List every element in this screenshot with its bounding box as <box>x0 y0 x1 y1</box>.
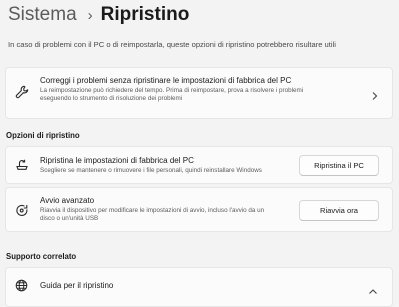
breadcrumb-sistema-link[interactable]: Sistema <box>8 4 77 26</box>
troubleshoot-description-line1: La reimpostazione può richiedere del tem… <box>40 87 304 94</box>
wrench-icon <box>15 85 29 104</box>
intro-text: In caso di problemi con il PC o di reimp… <box>8 40 336 49</box>
advanced-startup-description-line1: Riavvia il dispositivo per modificare le… <box>40 207 265 214</box>
restart-now-button[interactable]: Riavvia ora <box>299 200 379 221</box>
globe-icon <box>15 279 28 297</box>
reset-pc-icon <box>15 158 29 177</box>
breadcrumb-separator: › <box>87 6 93 24</box>
breadcrumb: Sistema › Ripristino <box>8 4 189 26</box>
reset-pc-description: Scegliere se mantenere o rimuovere i fil… <box>40 167 262 174</box>
advanced-startup-title: Avvio avanzato <box>40 196 95 205</box>
recovery-help-title: Guida per il ripristino <box>40 281 114 290</box>
recovery-help-item[interactable]: Guida per il ripristino <box>5 267 393 307</box>
reset-pc-title: Ripristina le impostazioni di fabbrica d… <box>40 156 194 165</box>
advanced-startup-description-line2: disco o un'unità USB <box>40 215 99 222</box>
related-support-heading: Supporto correlato <box>6 252 77 261</box>
advanced-startup-card: Avvio avanzato Riavvia il dispositivo pe… <box>5 187 393 232</box>
reset-pc-button[interactable]: Ripristina il PC <box>299 155 379 176</box>
troubleshoot-card[interactable]: Correggi i problemi senza ripristinare l… <box>5 67 393 119</box>
advanced-startup-icon <box>15 203 29 222</box>
chevron-right-icon[interactable] <box>371 88 378 106</box>
recovery-options-heading: Opzioni di ripristino <box>6 131 80 140</box>
page-title: Ripristino <box>100 4 190 25</box>
troubleshoot-title: Correggi i problemi senza ripristinare l… <box>40 76 292 85</box>
chevron-up-icon[interactable] <box>368 282 378 300</box>
troubleshoot-description-line2: eseguendo lo strumento di risoluzione de… <box>40 95 183 102</box>
reset-pc-card: Ripristina le impostazioni di fabbrica d… <box>5 146 393 184</box>
